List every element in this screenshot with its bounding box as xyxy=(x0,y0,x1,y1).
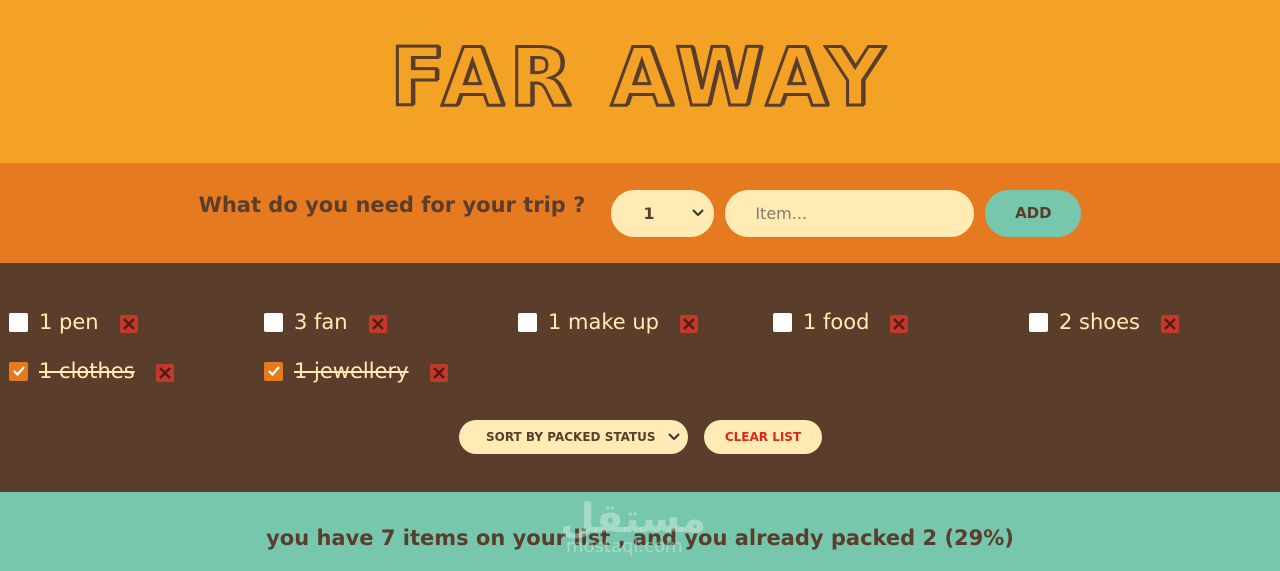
delete-icon[interactable] xyxy=(1161,315,1179,333)
check-icon xyxy=(267,366,280,377)
packing-list: 1 pen 3 fan 1 make up 1 food 2 shoes 1 c… xyxy=(0,263,1280,492)
delete-icon[interactable] xyxy=(119,315,138,333)
item-label: 1 clothes xyxy=(39,359,135,383)
list-item: 1 jewellery xyxy=(264,359,448,383)
chevron-down-icon xyxy=(668,433,680,441)
quantity-select[interactable]: 1 xyxy=(611,189,715,237)
chevron-down-icon xyxy=(692,209,705,217)
delete-icon[interactable] xyxy=(368,315,387,333)
packed-checkbox[interactable] xyxy=(264,312,283,332)
list-item: 1 make up xyxy=(518,310,699,334)
packed-checkbox[interactable] xyxy=(773,312,792,332)
app-header: FAR AWAY xyxy=(0,0,1280,163)
item-label: 1 pen xyxy=(39,310,99,334)
list-item: 1 clothes xyxy=(9,359,174,383)
add-item-form: What do you need for your trip ? 1 Item.… xyxy=(0,163,1280,263)
packed-checkbox[interactable] xyxy=(9,312,28,332)
quantity-value: 1 xyxy=(643,203,655,223)
delete-icon[interactable] xyxy=(890,315,909,333)
item-label: 2 shoes xyxy=(1059,310,1140,334)
stats-footer: مستقل mostaql.com you have 7 items on yo… xyxy=(0,492,1280,571)
list-item: 3 fan xyxy=(264,310,387,334)
item-label: 3 fan xyxy=(294,310,348,334)
app-logo: FAR AWAY xyxy=(389,30,890,126)
list-item: 1 food xyxy=(773,310,909,334)
form-question: What do you need for your trip ? xyxy=(198,193,586,217)
packed-checkbox[interactable] xyxy=(264,361,283,381)
add-button[interactable]: ADD xyxy=(985,189,1082,237)
sort-value: SORT BY PACKED STATUS xyxy=(486,430,656,444)
item-label: 1 food xyxy=(803,310,870,334)
delete-icon[interactable] xyxy=(680,315,699,333)
packed-checkbox[interactable] xyxy=(518,312,537,332)
delete-icon[interactable] xyxy=(429,364,448,382)
watermark-url: mostaql.com xyxy=(566,536,683,557)
packed-checkbox[interactable] xyxy=(1029,312,1048,332)
packed-checkbox[interactable] xyxy=(9,361,28,381)
item-label: 1 jewellery xyxy=(294,359,409,383)
item-label: 1 make up xyxy=(548,310,660,334)
list-item: 1 pen xyxy=(9,310,138,334)
item-input-placeholder: Item... xyxy=(755,203,808,223)
sort-select[interactable]: SORT BY PACKED STATUS xyxy=(459,420,688,454)
check-icon xyxy=(12,366,25,377)
delete-icon[interactable] xyxy=(155,364,174,382)
item-input[interactable]: Item... xyxy=(725,189,975,237)
clear-list-button[interactable]: CLEAR LIST xyxy=(704,420,822,454)
list-actions: SORT BY PACKED STATUS CLEAR LIST xyxy=(459,420,822,454)
list-item: 2 shoes xyxy=(1029,310,1179,334)
